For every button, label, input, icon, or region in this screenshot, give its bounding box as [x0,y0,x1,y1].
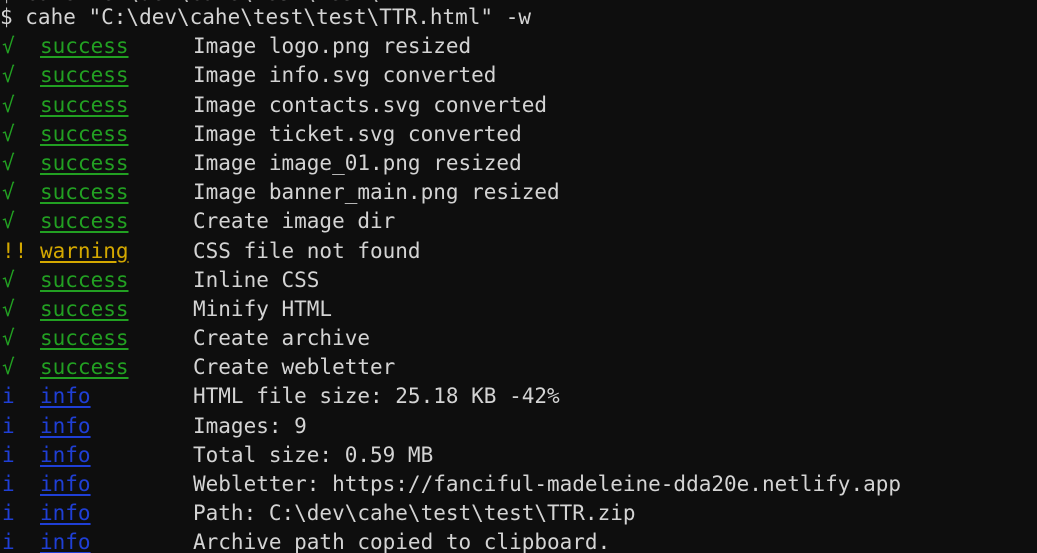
log-row: √ success Image banner_main.png resized [0,178,1037,207]
terminal-window[interactable]: $ cahe "C:\dev\cahe\test\test\TTR.html" … [0,0,1037,553]
log-row: i info Images: 9 [0,412,1037,441]
log-message: Minify HTML [193,296,333,321]
info-marker-icon: i [2,501,15,526]
log-level-label: info [40,384,91,409]
info-marker-icon: i [2,442,15,467]
success-marker-icon: √ [2,92,15,117]
log-row: √ success Image image_01.png resized [0,149,1037,178]
log-message: Images: 9 [193,413,307,438]
log-message: Archive path copied to clipboard. [193,530,611,553]
log-message: Image ticket.svg converted [193,121,522,146]
log-row: i info HTML file size: 25.18 KB -42% [0,382,1037,411]
log-row: √ success Create webletter [0,353,1037,382]
log-row: √ success Image logo.png resized [0,32,1037,61]
terminal-output: $ cahe "C:\dev\cahe\test\test\TTR.html" … [0,3,1037,553]
log-level-label: success [40,63,129,88]
log-row: i info Total size: 0.59 MB [0,441,1037,470]
success-marker-icon: √ [2,296,15,321]
log-message: Webletter: https://fanciful-madeleine-dd… [193,472,902,496]
log-row: i info Path: C:\dev\cahe\test\test\TTR.zip [0,499,1037,528]
success-marker-icon: √ [2,180,15,205]
log-row: √ success Image ticket.svg converted [0,120,1037,149]
command-prompt-line[interactable]: $ cahe "C:\dev\cahe\test\test\TTR.html" … [0,3,1037,32]
log-level-label: info [40,530,91,553]
log-level-label: success [40,150,129,175]
info-marker-icon: i [2,472,15,496]
log-level-label: info [40,442,91,467]
log-level-label: info [40,501,91,526]
success-marker-icon: √ [2,63,15,88]
info-marker-icon: i [2,413,15,438]
log-level-label: success [40,267,129,292]
info-marker-icon: i [2,384,15,409]
log-level-label: success [40,121,129,146]
log-row: i info Webletter: https://fanciful-madelei… [0,470,1037,499]
log-message: Image logo.png resized [193,34,472,59]
success-marker-icon: √ [2,209,15,234]
log-level-label: success [40,180,129,205]
success-marker-icon: √ [2,121,15,146]
log-message: Create image dir [193,209,396,234]
log-row: !! warning CSS file not found [0,237,1037,266]
log-level-label: warning [40,238,129,263]
log-row: √ success Inline CSS [0,266,1037,295]
log-level-label: success [40,326,129,351]
log-message: Inline CSS [193,267,320,292]
log-message: HTML file size: 25.18 KB -42% [193,384,560,409]
info-marker-icon: i [2,530,15,553]
log-row: √ success Create image dir [0,207,1037,236]
log-level-label: info [40,472,91,496]
log-message: Total size: 0.59 MB [193,442,434,467]
log-level-label: success [40,296,129,321]
log-message: Image banner_main.png resized [193,180,560,205]
log-row: √ success Image info.svg converted [0,61,1037,90]
log-row: √ success Create archive [0,324,1037,353]
log-row: √ success Image contacts.svg converted [0,91,1037,120]
success-marker-icon: √ [2,34,15,59]
success-marker-icon: √ [2,267,15,292]
warning-marker-icon: !! [2,238,28,263]
log-level-label: success [40,92,129,117]
log-level-label: success [40,355,129,380]
log-message: Path: C:\dev\cahe\test\test\TTR.zip [193,501,636,526]
log-row: i info Archive path copied to clipboard. [0,528,1037,553]
success-marker-icon: √ [2,326,15,351]
log-level-label: success [40,34,129,59]
log-row: √ success Minify HTML [0,295,1037,324]
log-message: Image contacts.svg converted [193,92,548,117]
log-message: Create webletter [193,355,396,380]
log-message: Image info.svg converted [193,63,497,88]
log-row-list: √ success Image logo.png resized √ success Im… [0,32,1037,553]
log-level-label: success [40,209,129,234]
log-message: Image image_01.png resized [193,150,522,175]
success-marker-icon: √ [2,150,15,175]
log-message: CSS file not found [193,238,421,263]
log-message: Create archive [193,326,371,351]
success-marker-icon: √ [2,355,15,380]
log-level-label: info [40,413,91,438]
